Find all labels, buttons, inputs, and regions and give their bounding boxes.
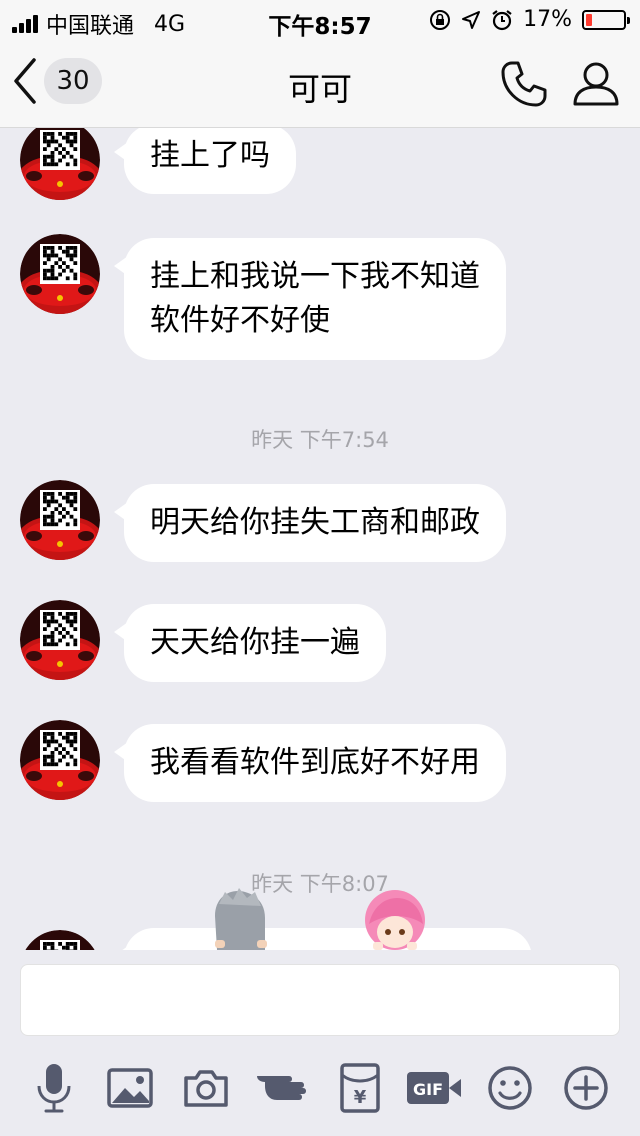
avatar[interactable] (20, 930, 100, 950)
message-text: 挂上和我说一下我不知道 (150, 259, 480, 294)
red-packet-button[interactable]: ¥ (332, 1060, 388, 1116)
message-text: 我看看软件到底好不好用 (150, 745, 480, 780)
mic-icon (37, 1064, 71, 1113)
svg-text:GIF: GIF (413, 1080, 443, 1099)
svg-text:¥: ¥ (354, 1087, 367, 1108)
message-text: 天天给你挂一遍 (150, 625, 360, 660)
person-icon (573, 62, 619, 106)
camera-button[interactable] (178, 1060, 234, 1116)
alarm-icon (492, 9, 512, 30)
avatar[interactable] (20, 234, 100, 314)
timestamp: 昨天 下午7:54 (251, 428, 389, 452)
voice-button[interactable] (26, 1060, 82, 1116)
avatar[interactable] (20, 128, 100, 200)
sticker-characters (205, 886, 445, 950)
message-bubble[interactable]: 明天给你挂失工商和邮政 (114, 484, 506, 562)
message-bubble[interactable]: 天天给你挂一遍 (114, 604, 386, 682)
status-bar: 中国联通 4G 下午8:57 17% (0, 0, 640, 40)
profile-button[interactable] (570, 58, 622, 114)
location-icon (462, 10, 481, 29)
message-text: 软件好不好使 (150, 303, 330, 338)
image-button[interactable] (102, 1060, 158, 1116)
gif-icon: GIF (407, 1072, 461, 1104)
camera-icon (184, 1070, 228, 1107)
battery-icon (582, 9, 630, 30)
emoji-button[interactable] (482, 1060, 538, 1116)
message-bubble[interactable]: 我看看软件到底好不好用 (114, 724, 506, 802)
chat-header: 30 可可 (0, 40, 640, 128)
poke-button[interactable] (254, 1060, 314, 1116)
message-bubble[interactable]: 挂上了吗 (114, 128, 296, 194)
plus-icon (564, 1066, 608, 1110)
message-bubble[interactable]: 挂上和我说一下我不知道 软件好不好使 (114, 238, 506, 360)
chat-area[interactable]: 挂上了吗挂上和我说一下我不知道 软件好不好使昨天 下午7:54 明天给你挂失工商和邮… (0, 128, 640, 950)
phone-icon (501, 61, 547, 107)
poke-icon (257, 1076, 306, 1100)
message-text: 挂上了吗 (150, 138, 270, 173)
more-button[interactable] (558, 1060, 614, 1116)
status-right: 17% (429, 7, 630, 32)
toolbar: ¥ GIF (0, 1060, 640, 1120)
message-text: 明天给你挂失工商和邮政 (150, 505, 480, 540)
gif-button[interactable]: GIF (404, 1060, 464, 1116)
avatar[interactable] (20, 600, 100, 680)
orientation-lock-icon (430, 9, 451, 30)
call-button[interactable] (498, 58, 550, 114)
input-bar: ¥ GIF (0, 950, 640, 1136)
avatar[interactable] (20, 720, 100, 800)
avatar[interactable] (20, 480, 100, 560)
red-packet-icon: ¥ (340, 1063, 380, 1113)
battery-percent: 17% (523, 7, 572, 32)
emoji-icon (488, 1066, 532, 1110)
message-input[interactable] (20, 964, 620, 1036)
image-icon (107, 1068, 153, 1108)
